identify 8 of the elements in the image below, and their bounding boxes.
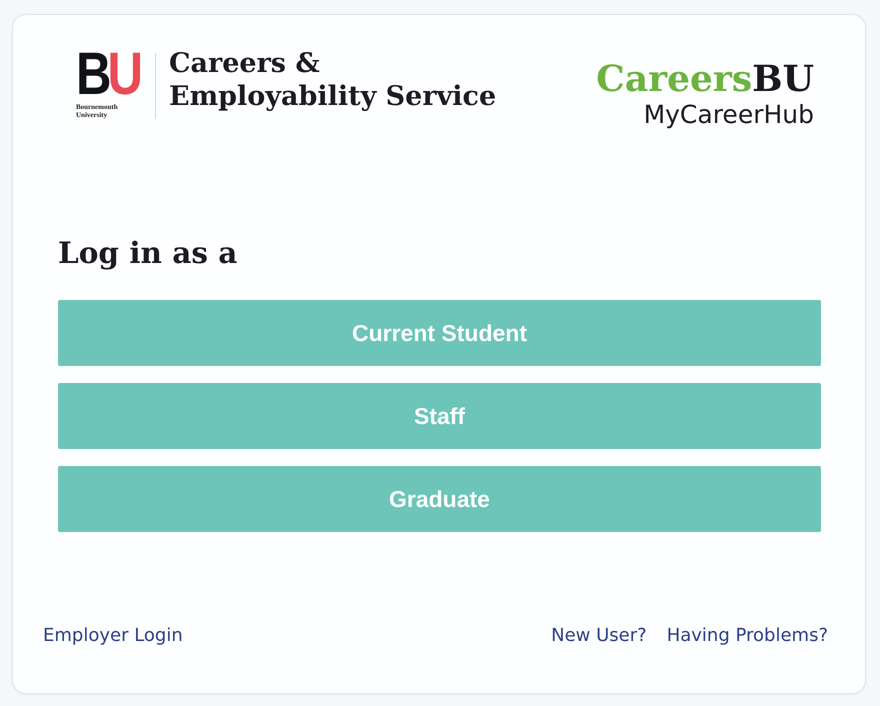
logo-letters: BU (76, 51, 139, 97)
footer-link[interactable]: Having Problems? (666, 625, 828, 647)
footer-link[interactable]: Employer Login (43, 625, 183, 647)
login-heading: Log in as a (58, 234, 238, 272)
brand-subtitle: MyCareerHub (644, 100, 814, 129)
footer-link[interactable]: New User? (551, 625, 647, 647)
brand-name: CareersBU (596, 58, 814, 100)
service-title: Careers & Employability Service (169, 47, 498, 114)
